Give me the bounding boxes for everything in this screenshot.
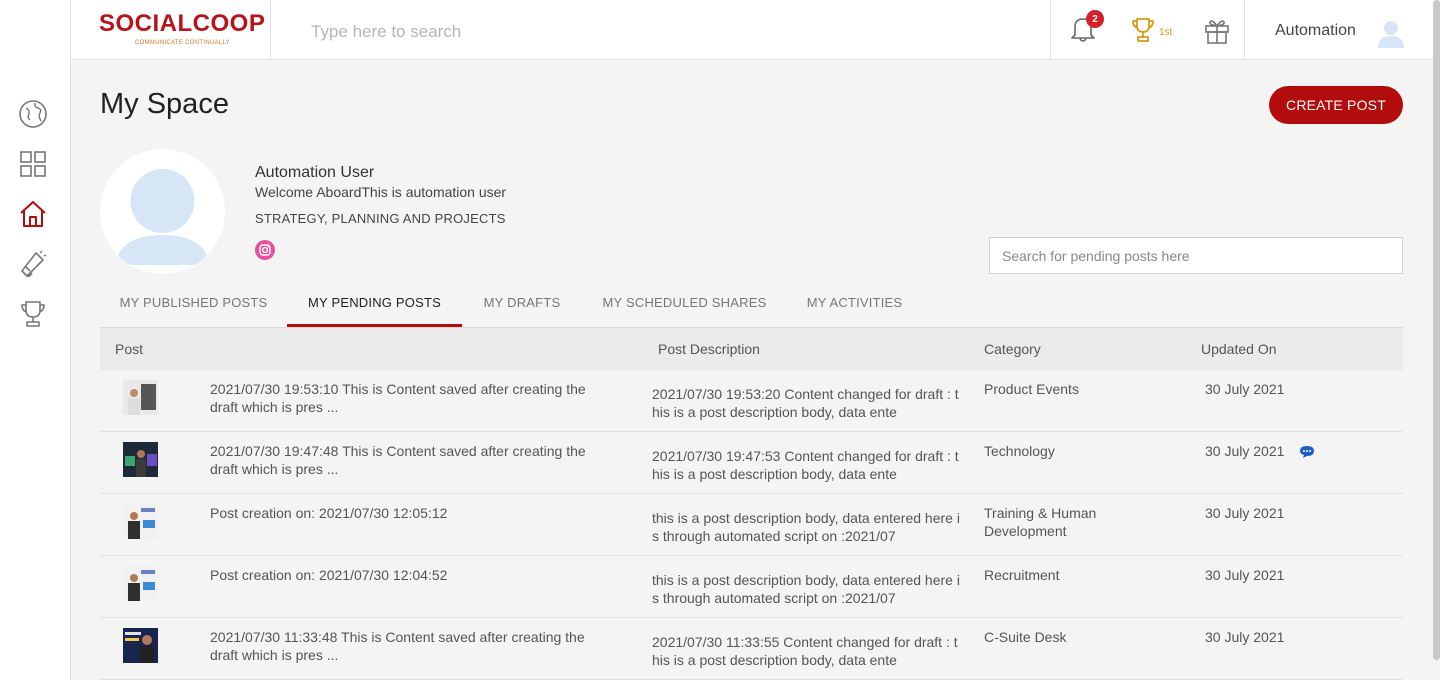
page-title: My Space bbox=[100, 88, 229, 120]
post-description: 2021/07/30 11:33:55 Content changed for … bbox=[652, 634, 958, 668]
post-thumbnail[interactable] bbox=[123, 628, 158, 663]
post-category: Technology bbox=[984, 443, 1055, 459]
profile-avatar bbox=[100, 149, 225, 274]
post-category: Training & Human Development bbox=[984, 505, 1097, 539]
post-category: Recruitment bbox=[984, 567, 1060, 583]
post-thumbnail[interactable] bbox=[123, 566, 158, 601]
post-description: 2021/07/30 19:47:53 Content changed for … bbox=[652, 448, 959, 482]
post-thumbnail[interactable] bbox=[123, 442, 158, 477]
column-header-post: Post bbox=[115, 341, 144, 357]
post-title[interactable]: 2021/07/30 11:33:48 This is Content save… bbox=[210, 628, 610, 664]
column-header-description: Post Description bbox=[658, 341, 760, 357]
post-description: this is a post description body, data en… bbox=[652, 510, 960, 544]
post-title[interactable]: Post creation on: 2021/07/30 12:05:12 bbox=[210, 504, 610, 522]
post-title[interactable]: Post creation on: 2021/07/30 12:04:52 bbox=[210, 566, 610, 584]
user-avatar[interactable] bbox=[1377, 18, 1405, 48]
post-thumbnail[interactable] bbox=[123, 504, 158, 539]
logo-tagline: COMMUNICATE CONTINUALLY bbox=[135, 40, 231, 46]
profile-name: Automation User bbox=[255, 164, 375, 181]
home-icon[interactable] bbox=[17, 198, 49, 230]
post-description: 2021/07/30 19:53:20 Content changed for … bbox=[652, 386, 959, 420]
globe-icon[interactable] bbox=[17, 98, 49, 130]
socialcoop-logo[interactable]: SOCIALCOOP COMMUNICATE CONTINUALLY bbox=[99, 10, 265, 50]
column-header-updated-on: Updated On bbox=[1201, 341, 1277, 357]
instagram-icon[interactable] bbox=[255, 240, 275, 260]
table-header: Post Post Description Category Updated O… bbox=[100, 328, 1403, 370]
table-row[interactable]: 2021/07/30 19:47:48 This is Content save… bbox=[100, 432, 1403, 494]
pending-posts-search-input[interactable] bbox=[989, 237, 1403, 274]
logo-text: SOCIALCOOP bbox=[99, 10, 266, 37]
post-category: C-Suite Desk bbox=[984, 629, 1067, 645]
post-category: Product Events bbox=[984, 381, 1079, 397]
table-row[interactable]: Post creation on: 2021/07/30 12:04:52 th… bbox=[100, 556, 1403, 618]
trophy-icon[interactable] bbox=[17, 298, 49, 330]
sidebar bbox=[0, 0, 71, 680]
notifications-bell-icon[interactable]: 2 bbox=[1070, 10, 1104, 46]
profile-bio: Welcome AboardThis is automation user bbox=[255, 184, 507, 200]
table-row[interactable]: Post creation on: 2021/07/30 12:05:12 th… bbox=[100, 494, 1403, 556]
post-updated-date: 30 July 2021 bbox=[1205, 505, 1285, 521]
create-post-button[interactable]: CREATE POST bbox=[1269, 86, 1403, 124]
table-row[interactable]: 2021/07/30 19:53:10 This is Content save… bbox=[100, 370, 1403, 432]
megaphone-icon[interactable] bbox=[17, 248, 49, 280]
notification-count-badge: 2 bbox=[1086, 10, 1104, 28]
user-menu-name[interactable]: Automation bbox=[1275, 22, 1356, 40]
post-description: this is a post description body, data en… bbox=[652, 572, 960, 606]
posts-tab-bar: MY PUBLISHED POSTS MY PENDING POSTS MY D… bbox=[100, 282, 1403, 328]
comment-bubble-icon[interactable] bbox=[1299, 445, 1315, 459]
tab-my-published-posts[interactable]: MY PUBLISHED POSTS bbox=[100, 282, 287, 327]
column-header-category: Category bbox=[984, 341, 1041, 357]
header-divider bbox=[270, 0, 271, 60]
tab-my-drafts[interactable]: MY DRAFTS bbox=[462, 282, 582, 327]
leaderboard-trophy-icon[interactable] bbox=[1131, 16, 1157, 44]
tab-my-scheduled-shares[interactable]: MY SCHEDULED SHARES bbox=[582, 282, 787, 327]
rewards-gift-icon[interactable] bbox=[1204, 17, 1230, 45]
post-updated-date: 30 July 2021 bbox=[1205, 629, 1285, 645]
page-scrollbar[interactable] bbox=[1433, 0, 1440, 660]
post-updated-date: 30 July 2021 bbox=[1205, 567, 1285, 583]
post-updated-date: 30 July 2021 bbox=[1205, 381, 1285, 397]
top-header: SOCIALCOOP COMMUNICATE CONTINUALLY 2 1st… bbox=[71, 0, 1437, 60]
profile-department: STRATEGY, PLANNING AND PROJECTS bbox=[255, 211, 506, 226]
post-title[interactable]: 2021/07/30 19:47:48 This is Content save… bbox=[210, 442, 610, 478]
post-thumbnail[interactable] bbox=[123, 380, 158, 415]
tab-my-pending-posts[interactable]: MY PENDING POSTS bbox=[287, 282, 462, 327]
table-row[interactable]: 2021/07/30 11:33:48 This is Content save… bbox=[100, 618, 1403, 680]
global-search-input[interactable] bbox=[311, 14, 931, 50]
post-title[interactable]: 2021/07/30 19:53:10 This is Content save… bbox=[210, 380, 610, 416]
leaderboard-rank: 1st bbox=[1159, 27, 1173, 38]
header-divider bbox=[1050, 0, 1051, 60]
tab-my-activities[interactable]: MY ACTIVITIES bbox=[787, 282, 922, 327]
dashboard-grid-icon[interactable] bbox=[17, 148, 49, 180]
header-divider bbox=[1244, 0, 1245, 60]
